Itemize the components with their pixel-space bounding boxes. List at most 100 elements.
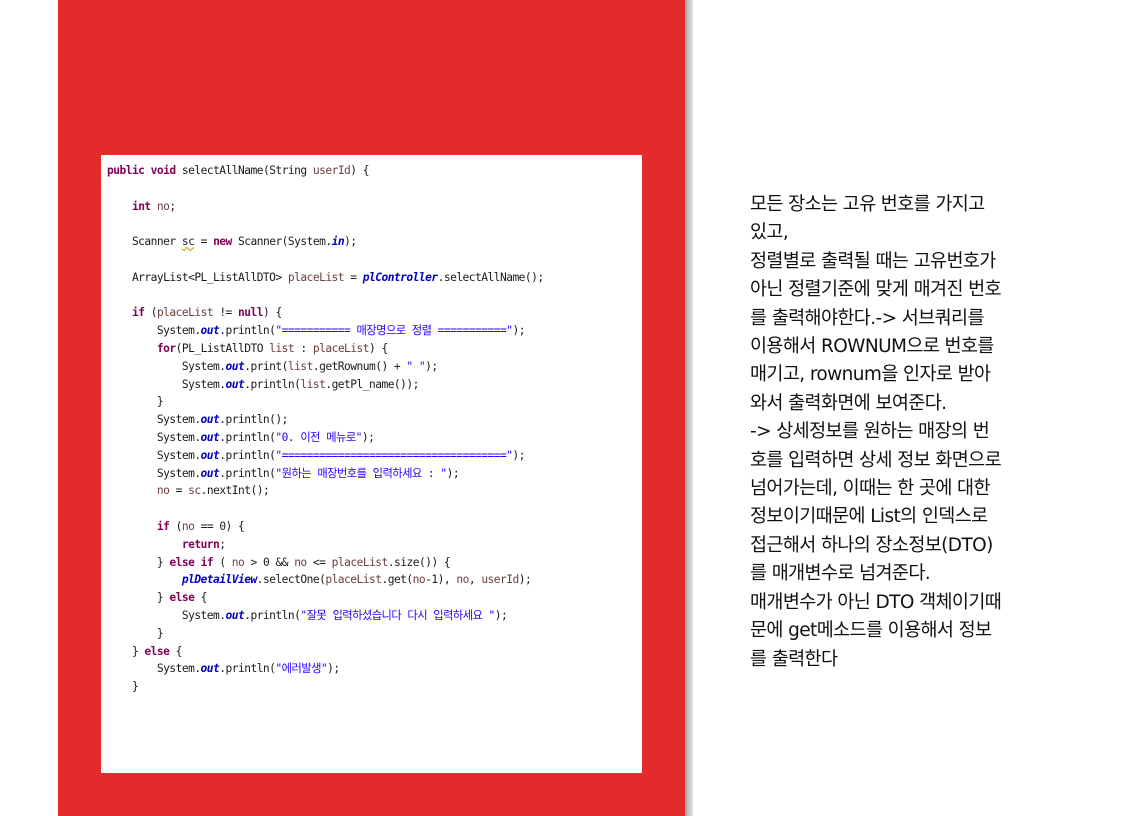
code-token: .nextInt(); (200, 483, 270, 498)
code-line: for(PL_ListAllDTO list : placeList) { (107, 340, 544, 358)
code-token: ); (344, 234, 357, 249)
code-line: public void selectAllName(String userId)… (107, 162, 544, 180)
code-token: <= (306, 554, 332, 569)
code-token: ) { (350, 163, 370, 177)
code-line: System.out.print(list.getRownum() + " ")… (107, 358, 544, 376)
code-token: else (169, 554, 195, 569)
code-token: placeList (287, 269, 345, 284)
code-token: if (131, 305, 145, 320)
code-line: } else if ( no > 0 && no <= placeList.si… (107, 554, 544, 572)
code-token: = (194, 234, 214, 249)
code-token: sc (188, 483, 201, 498)
code-token: .getPl_name()); (325, 376, 419, 391)
code-token: } (107, 625, 164, 640)
code-line: } (107, 678, 544, 696)
code-block: public void selectAllName(String userId)… (107, 162, 544, 696)
note-line: 와서 출력화면에 보여준다. (750, 392, 947, 414)
code-token: list (287, 358, 313, 373)
note-line: 아닌 정렬기준에 맞게 매겨진 번호 (750, 279, 1002, 301)
code-token: .get( (381, 572, 413, 587)
note-line: 이용해서 ROWNUM으로 번호를 (750, 336, 994, 358)
code-line: Scanner sc = new Scanner(System.in); (107, 233, 544, 251)
code-line: } (107, 393, 544, 411)
code-token: .println( (219, 447, 276, 462)
code-token: if (156, 518, 170, 533)
code-token: ); (425, 358, 438, 373)
code-token: System. (107, 607, 226, 622)
code-token: ArrayList<PL_ListAllDTO> (107, 269, 288, 284)
code-token: ); (518, 572, 532, 587)
code-token: sc (181, 234, 195, 249)
code-token: .size()) { (387, 554, 451, 569)
code-token: for (156, 340, 176, 355)
code-token: ); (327, 661, 340, 676)
code-token: ; (219, 536, 226, 551)
panel-shadow (685, 0, 693, 816)
code-token: == 0) { (194, 518, 245, 533)
code-token: > 0 && (244, 554, 295, 569)
code-token: plController (362, 269, 438, 284)
code-token: .println( (219, 661, 276, 676)
code-token: .println( (219, 429, 276, 444)
code-token: .println( (244, 376, 301, 391)
code-line: plDetailView.selectOne(placeList.get(no-… (107, 571, 544, 589)
code-token: ( (169, 518, 183, 533)
code-line: } else { (107, 643, 544, 661)
code-token: " " (406, 358, 426, 373)
note-line: 정보이기때문에 List의 인덱스로 (750, 506, 988, 528)
code-token: } (107, 554, 170, 569)
note-line: 를 출력한다 (750, 648, 838, 670)
code-token: selectAllName(String (175, 163, 313, 177)
code-token: out (225, 358, 245, 373)
code-line: } (107, 625, 544, 643)
note-line: 정렬별로 출력될 때는 고유번호가 (750, 250, 996, 272)
code-token: ); (361, 429, 375, 444)
code-token: "====================================" (275, 447, 513, 462)
code-line: if (no == 0) { (107, 518, 544, 536)
code-token: Scanner (107, 234, 182, 249)
explanation-text: 모든 장소는 고유 번호를 가지고 있고, 정렬별로 출력될 때는 고유번호가 아닌 … (750, 191, 1090, 674)
code-token: no (294, 554, 307, 569)
code-token: .selectAllName(); (437, 269, 545, 284)
code-token: list (269, 340, 295, 355)
note-line: 매개변수가 아닌 DTO 객체이기때 (750, 591, 1002, 613)
code-token: ) { (263, 305, 282, 320)
code-token: } (107, 679, 139, 694)
code-line: int no; (107, 198, 544, 216)
code-token: no (231, 554, 245, 569)
code-line: System.out.println("====================… (107, 447, 544, 465)
code-token: out (225, 376, 245, 391)
note-line: 를 매개변수로 넘겨준다. (750, 563, 931, 585)
code-token: plDetailView (181, 572, 257, 587)
code-token: System. (107, 429, 201, 444)
code-token: no (412, 572, 426, 587)
code-token: out (200, 447, 220, 462)
code-line: System.out.println("에러발생"); (107, 660, 544, 678)
code-token: out (200, 429, 220, 444)
code-token: } (107, 643, 145, 658)
code-line: System.out.println("잘못 입력하셨습니다 다시 입력하세요 … (107, 607, 544, 625)
code-token: .print( (244, 358, 288, 373)
note-line: 모든 장소는 고유 번호를 가지고 (750, 194, 985, 215)
code-token: out (225, 607, 245, 622)
code-token: out (200, 412, 220, 427)
code-line: System.out.println(); (107, 411, 544, 429)
note-line: 문에 get메소드를 이용해서 정보 (750, 620, 992, 642)
code-token: else (169, 590, 195, 605)
code-line: ArrayList<PL_ListAllDTO> placeList = plC… (107, 269, 544, 287)
code-token: ( (213, 554, 232, 569)
code-token: placeList (331, 554, 389, 569)
code-line: if (placeList != null) { (107, 304, 544, 322)
code-token: "잘못 입력하셨습니다 다시 입력하세요 " (300, 607, 495, 622)
code-token: (PL_ListAllDTO (175, 340, 270, 355)
note-line: 접근해서 하나의 장소정보(DTO) (750, 534, 993, 556)
code-token: System. (107, 323, 201, 338)
code-token: = (169, 483, 189, 498)
code-token: "원하는 매장번호를 입력하세요 : " (275, 465, 447, 480)
